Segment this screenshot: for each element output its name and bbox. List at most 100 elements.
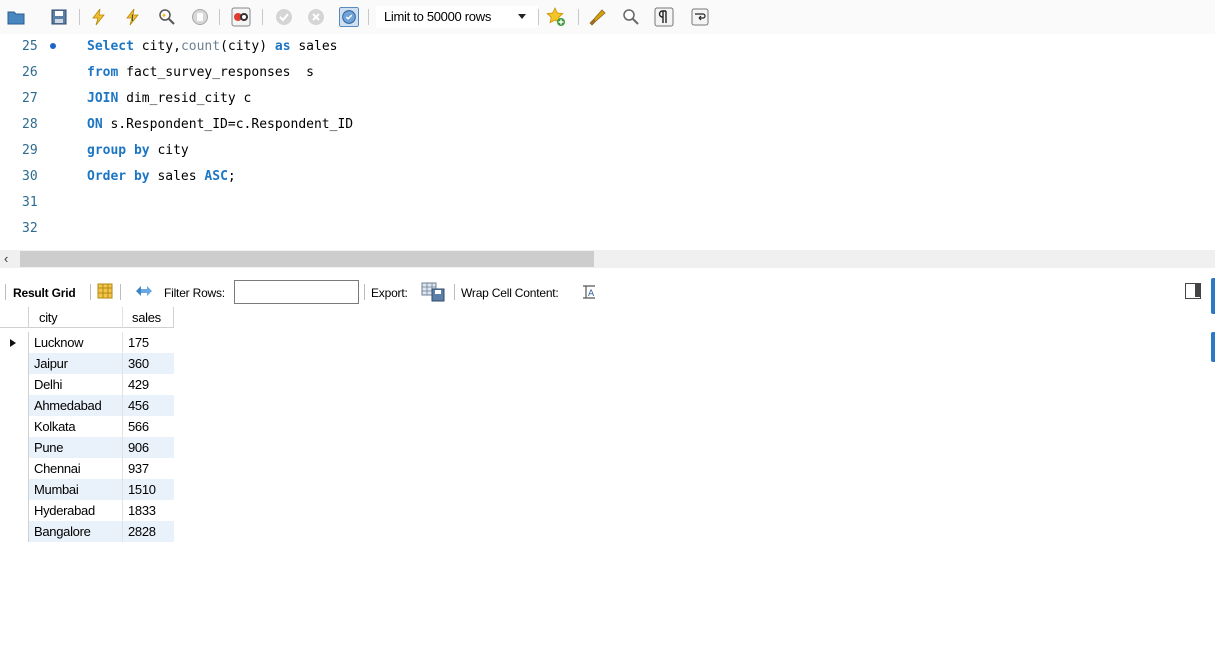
toggle-error-icon[interactable]	[231, 7, 251, 27]
code-line[interactable]: 32	[0, 216, 800, 242]
code-line[interactable]: 31	[0, 190, 800, 216]
horizontal-scrollbar[interactable]: ‹	[0, 250, 1215, 268]
sales-cell[interactable]: 566	[123, 416, 174, 437]
row-selector[interactable]	[0, 437, 29, 458]
toolbar-separator	[364, 284, 365, 300]
line-number: 32	[22, 221, 38, 236]
current-row-icon	[10, 339, 16, 347]
sales-cell[interactable]: 456	[123, 395, 174, 416]
add-snippet-icon[interactable]	[546, 7, 566, 27]
save-icon[interactable]	[49, 7, 69, 27]
code-text: group by city	[87, 143, 189, 158]
line-number: 30	[22, 169, 38, 184]
code-line[interactable]: 26 from fact_survey_responses s	[0, 60, 800, 86]
toolbar-separator	[454, 284, 455, 300]
chevron-down-icon	[518, 14, 526, 19]
sales-cell[interactable]: 937	[123, 458, 174, 479]
sales-cell[interactable]: 175	[123, 332, 174, 353]
line-number: 26	[22, 65, 38, 80]
rollback-icon[interactable]	[306, 7, 326, 27]
filter-rows-label: Filter Rows:	[164, 286, 225, 300]
toolbar-separator	[262, 9, 263, 25]
scrollbar-thumb[interactable]	[20, 251, 594, 267]
sales-cell[interactable]: 906	[123, 437, 174, 458]
city-cell[interactable]: Bangalore	[29, 521, 123, 542]
line-number: 27	[22, 91, 38, 106]
sales-cell[interactable]: 429	[123, 374, 174, 395]
result-grid-tab[interactable]: Result Grid	[13, 286, 76, 300]
city-cell[interactable]: Jaipur	[29, 353, 123, 374]
city-cell[interactable]: Chennai	[29, 458, 123, 479]
row-selector[interactable]	[0, 332, 29, 353]
column-header-sales[interactable]: sales	[123, 307, 174, 328]
line-number: 31	[22, 195, 38, 210]
refresh-icon[interactable]	[134, 283, 154, 302]
row-selector[interactable]	[0, 374, 29, 395]
sales-cell[interactable]: 2828	[123, 521, 174, 542]
sql-editor[interactable]: 25 Select city,count(city) as sales 26 f…	[0, 34, 1215, 250]
limit-rows-select[interactable]: Limit to 50000 rows	[376, 6, 538, 28]
execute-icon[interactable]	[89, 7, 109, 27]
toolbar-separator	[79, 9, 80, 25]
row-selector[interactable]	[0, 395, 29, 416]
wrap-lines-icon[interactable]	[690, 7, 710, 27]
line-number: 28	[22, 117, 38, 132]
wrap-cell-label: Wrap Cell Content:	[461, 286, 559, 300]
commit-icon[interactable]	[274, 7, 294, 27]
row-selector[interactable]	[0, 353, 29, 374]
stop-icon[interactable]	[190, 7, 210, 27]
row-selector[interactable]	[0, 521, 29, 542]
toolbar-separator	[368, 9, 369, 25]
toolbar-separator	[578, 9, 579, 25]
filter-rows-input[interactable]	[234, 280, 359, 304]
wrap-cell-icon[interactable]: A	[582, 285, 596, 302]
code-line[interactable]: 25 Select city,count(city) as sales	[0, 34, 800, 60]
result-toolbar: Result Grid Filter Rows: Export: Wrap Ce…	[0, 278, 1215, 306]
find-icon[interactable]	[621, 7, 641, 27]
toolbar-separator	[90, 284, 91, 300]
side-panel-tab[interactable]	[1211, 278, 1215, 314]
invisible-chars-icon[interactable]	[654, 7, 674, 27]
sales-cell[interactable]: 1833	[123, 500, 174, 521]
code-text: Order by sales ASC;	[87, 169, 236, 184]
line-number: 25	[22, 39, 38, 54]
row-selector[interactable]	[0, 479, 29, 500]
row-header-corner	[0, 307, 29, 328]
city-cell[interactable]: Pune	[29, 437, 123, 458]
city-cell[interactable]: Mumbai	[29, 479, 123, 500]
code-line[interactable]: 30 Order by sales ASC;	[0, 164, 800, 190]
row-selector[interactable]	[0, 458, 29, 479]
side-panel-tab[interactable]	[1211, 332, 1215, 362]
code-text: ON s.Respondent_ID=c.Respondent_ID	[87, 117, 354, 132]
row-selector[interactable]	[0, 500, 29, 521]
query-toolbar: I Limit to 50000 rows	[0, 0, 1215, 34]
city-cell[interactable]: Kolkata	[29, 416, 123, 437]
explain-icon[interactable]	[157, 7, 177, 27]
row-selector[interactable]	[0, 416, 29, 437]
line-number: 29	[22, 143, 38, 158]
beautify-icon[interactable]	[588, 7, 608, 27]
city-cell[interactable]: Delhi	[29, 374, 123, 395]
scroll-left-icon[interactable]: ‹	[4, 251, 8, 266]
city-cell[interactable]: Ahmedabad	[29, 395, 123, 416]
city-cell[interactable]: Lucknow	[29, 332, 123, 353]
grid-view-icon[interactable]	[97, 283, 113, 302]
toggle-side-panel-icon[interactable]	[1185, 283, 1201, 299]
statement-marker-icon	[50, 43, 56, 49]
sales-cell[interactable]: 1510	[123, 479, 174, 500]
code-line[interactable]: 28 ON s.Respondent_ID=c.Respondent_ID	[0, 112, 800, 138]
code-line[interactable]: 29 group by city	[0, 138, 800, 164]
autocommit-icon[interactable]	[339, 7, 359, 27]
svg-text:A: A	[588, 289, 595, 299]
toolbar-separator	[5, 284, 6, 300]
execute-current-icon[interactable]: I	[123, 7, 143, 27]
svg-text:I: I	[131, 14, 134, 24]
sales-cell[interactable]: 360	[123, 353, 174, 374]
code-line[interactable]: 27 JOIN dim_resid_city c	[0, 86, 800, 112]
toolbar-separator	[219, 9, 220, 25]
open-folder-icon[interactable]	[6, 7, 26, 27]
export-icon[interactable]	[421, 282, 447, 305]
city-cell[interactable]: Hyderabad	[29, 500, 123, 521]
toolbar-separator	[120, 284, 121, 300]
column-header-city[interactable]: city	[29, 307, 123, 328]
